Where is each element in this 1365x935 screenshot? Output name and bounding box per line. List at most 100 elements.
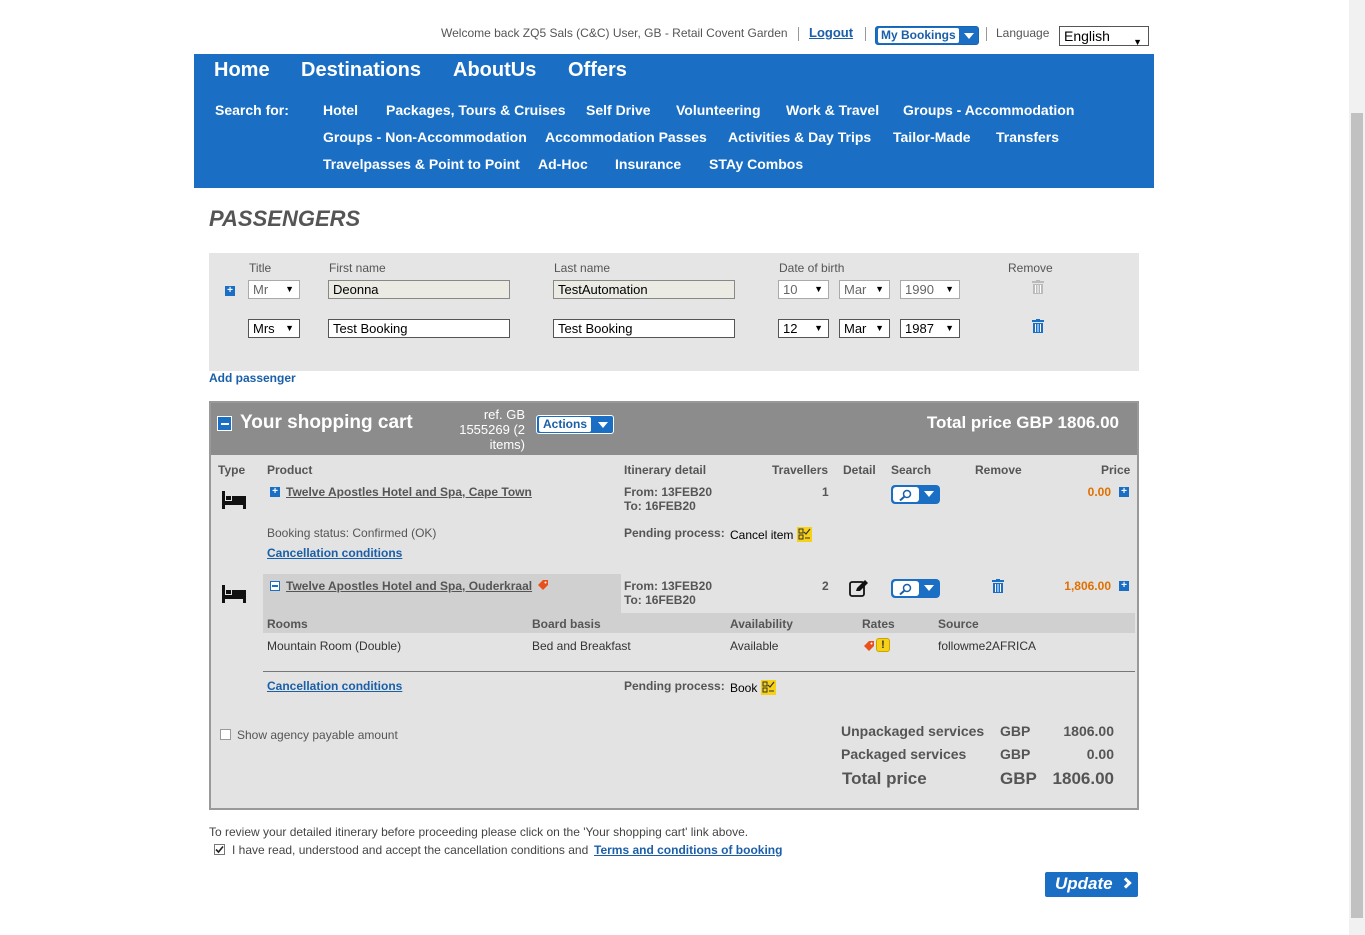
logout-link[interactable]: Logout	[809, 25, 853, 40]
nav-destinations[interactable]: Destinations	[301, 59, 421, 82]
trash-icon[interactable]	[1032, 319, 1044, 333]
dob-year-select[interactable]: 1990 ▼	[900, 280, 960, 299]
dob-year-select[interactable]: 1987 ▼	[900, 319, 960, 338]
room-table-header	[263, 613, 1135, 633]
item-price: 0.00	[1087, 485, 1111, 499]
review-note: To review your detailed itinerary before…	[209, 825, 749, 839]
col-source: Source	[938, 617, 979, 631]
item-price: 1,806.00	[1064, 579, 1111, 593]
col-availability: Availability	[730, 617, 793, 631]
col-detail: Detail	[843, 463, 876, 477]
nav-link-activities[interactable]: Activities & Day Trips	[728, 129, 871, 145]
chevron-down-icon: ▼	[1133, 37, 1142, 47]
chevron-down-icon: ▼	[285, 323, 294, 333]
last-name-field[interactable]: Test Booking	[553, 319, 735, 338]
nav-link-stay-combos[interactable]: STAy Combos	[709, 156, 803, 172]
divider	[263, 671, 1135, 672]
product-link[interactable]: Twelve Apostles Hotel and Spa, Cape Town	[286, 485, 532, 499]
nav-link-travelpasses[interactable]: Travelpasses & Point to Point	[323, 156, 520, 172]
product-link[interactable]: Twelve Apostles Hotel and Spa, Ouderkraa…	[286, 579, 532, 593]
unpackaged-value: 1806.00	[1063, 723, 1114, 739]
edit-icon[interactable]	[849, 579, 869, 597]
total-label: Total price	[842, 769, 927, 788]
expand-plus-icon[interactable]: +	[1119, 581, 1129, 591]
chevron-down-icon: ▼	[814, 323, 823, 333]
title-select[interactable]: Mr ▼	[248, 280, 300, 299]
agency-payable-label: Show agency payable amount	[237, 728, 398, 742]
first-name-field[interactable]: Deonna	[328, 280, 510, 299]
pending-label: Pending process:	[624, 679, 725, 693]
first-name-field[interactable]: Test Booking	[328, 319, 510, 338]
col-board-basis: Board basis	[532, 617, 601, 631]
expand-plus-icon[interactable]: +	[1119, 487, 1129, 497]
top-bar: Welcome back ZQ5 Sals (C&C) User, GB - R…	[0, 25, 1365, 48]
cart-title[interactable]: Your shopping cart	[240, 412, 413, 434]
search-button[interactable]	[891, 579, 940, 598]
title-value: Mr	[253, 282, 269, 297]
col-itinerary: Itinerary detail	[624, 463, 707, 477]
update-label: Update	[1055, 874, 1113, 893]
dob-month-select[interactable]: Mar ▼	[839, 319, 890, 338]
checklist-icon[interactable]	[761, 680, 776, 695]
agency-payable-checkbox[interactable]	[220, 729, 231, 740]
trash-icon[interactable]	[992, 579, 1004, 593]
accept-terms-checkbox[interactable]	[214, 844, 225, 855]
last-name-label: Last name	[554, 261, 611, 275]
search-button[interactable]	[891, 485, 940, 504]
actions-button[interactable]: Actions	[536, 415, 614, 434]
language-label: Language	[996, 26, 1050, 40]
chevron-right-icon	[1120, 877, 1132, 889]
cancellation-conditions-link[interactable]: Cancellation conditions	[267, 679, 402, 693]
search-icon	[899, 583, 912, 595]
dob-year-value: 1990	[905, 282, 934, 297]
update-button[interactable]: Update	[1045, 872, 1138, 897]
collapse-icon[interactable]	[270, 581, 280, 591]
itinerary-to: To: 16FEB20	[624, 593, 696, 607]
nav-link-transfers[interactable]: Transfers	[996, 129, 1059, 145]
nav-link-tailor-made[interactable]: Tailor-Made	[893, 129, 971, 145]
nav-link-packages[interactable]: Packages, Tours & Cruises	[386, 102, 565, 118]
title-select[interactable]: Mrs ▼	[248, 319, 300, 338]
itinerary-from: From: 13FEB20	[624, 579, 713, 593]
nav-link-self-drive[interactable]: Self Drive	[586, 102, 651, 118]
bed-icon	[222, 585, 246, 603]
nav-link-groups-non-accommodation[interactable]: Groups - Non-Accommodation	[323, 129, 527, 145]
nav-offers[interactable]: Offers	[568, 59, 627, 82]
nav-link-volunteering[interactable]: Volunteering	[676, 102, 761, 118]
room-name: Mountain Room (Double)	[267, 639, 402, 653]
dob-day-select[interactable]: 12 ▼	[778, 319, 829, 338]
chevron-down-icon	[598, 422, 608, 428]
nav-link-work-travel[interactable]: Work & Travel	[786, 102, 879, 118]
scrollbar-thumb[interactable]	[1351, 113, 1363, 918]
expand-plus-icon[interactable]: +	[270, 487, 280, 497]
checklist-icon[interactable]	[797, 527, 812, 542]
language-select[interactable]: English ▼	[1059, 26, 1149, 47]
warning-icon[interactable]: !	[876, 638, 890, 652]
dob-day-select[interactable]: 10 ▼	[778, 280, 829, 299]
chevron-down-icon: ▼	[875, 284, 884, 294]
expand-plus-icon[interactable]: +	[225, 286, 235, 296]
search-icon-box	[893, 487, 919, 502]
terms-link[interactable]: Terms and conditions of booking	[594, 843, 782, 857]
cancellation-conditions-link[interactable]: Cancellation conditions	[267, 546, 402, 560]
nav-link-groups-accommodation[interactable]: Groups - Accommodation	[903, 102, 1074, 118]
dob-month-value: Mar	[844, 321, 867, 336]
collapse-icon[interactable]	[217, 416, 232, 431]
total-value: 1806.00	[1052, 769, 1114, 788]
add-passenger-link[interactable]: Add passenger	[209, 371, 296, 385]
nav-link-hotel[interactable]: Hotel	[323, 102, 358, 118]
tag-icon	[864, 641, 874, 651]
nav-link-accommodation-passes[interactable]: Accommodation Passes	[545, 129, 707, 145]
col-rates: Rates	[862, 617, 895, 631]
nav-home[interactable]: Home	[214, 59, 270, 82]
nav-link-ad-hoc[interactable]: Ad-Hoc	[538, 156, 588, 172]
chevron-down-icon	[924, 491, 934, 497]
nav-link-insurance[interactable]: Insurance	[615, 156, 681, 172]
last-name-field[interactable]: TestAutomation	[553, 280, 735, 299]
my-bookings-button[interactable]: My Bookings	[875, 26, 979, 45]
dob-month-select[interactable]: Mar ▼	[839, 280, 890, 299]
col-product: Product	[267, 463, 313, 477]
nav-aboutus[interactable]: AboutUs	[453, 59, 536, 82]
packaged-label: Packaged services	[841, 746, 967, 762]
checkmark-icon	[215, 845, 224, 854]
